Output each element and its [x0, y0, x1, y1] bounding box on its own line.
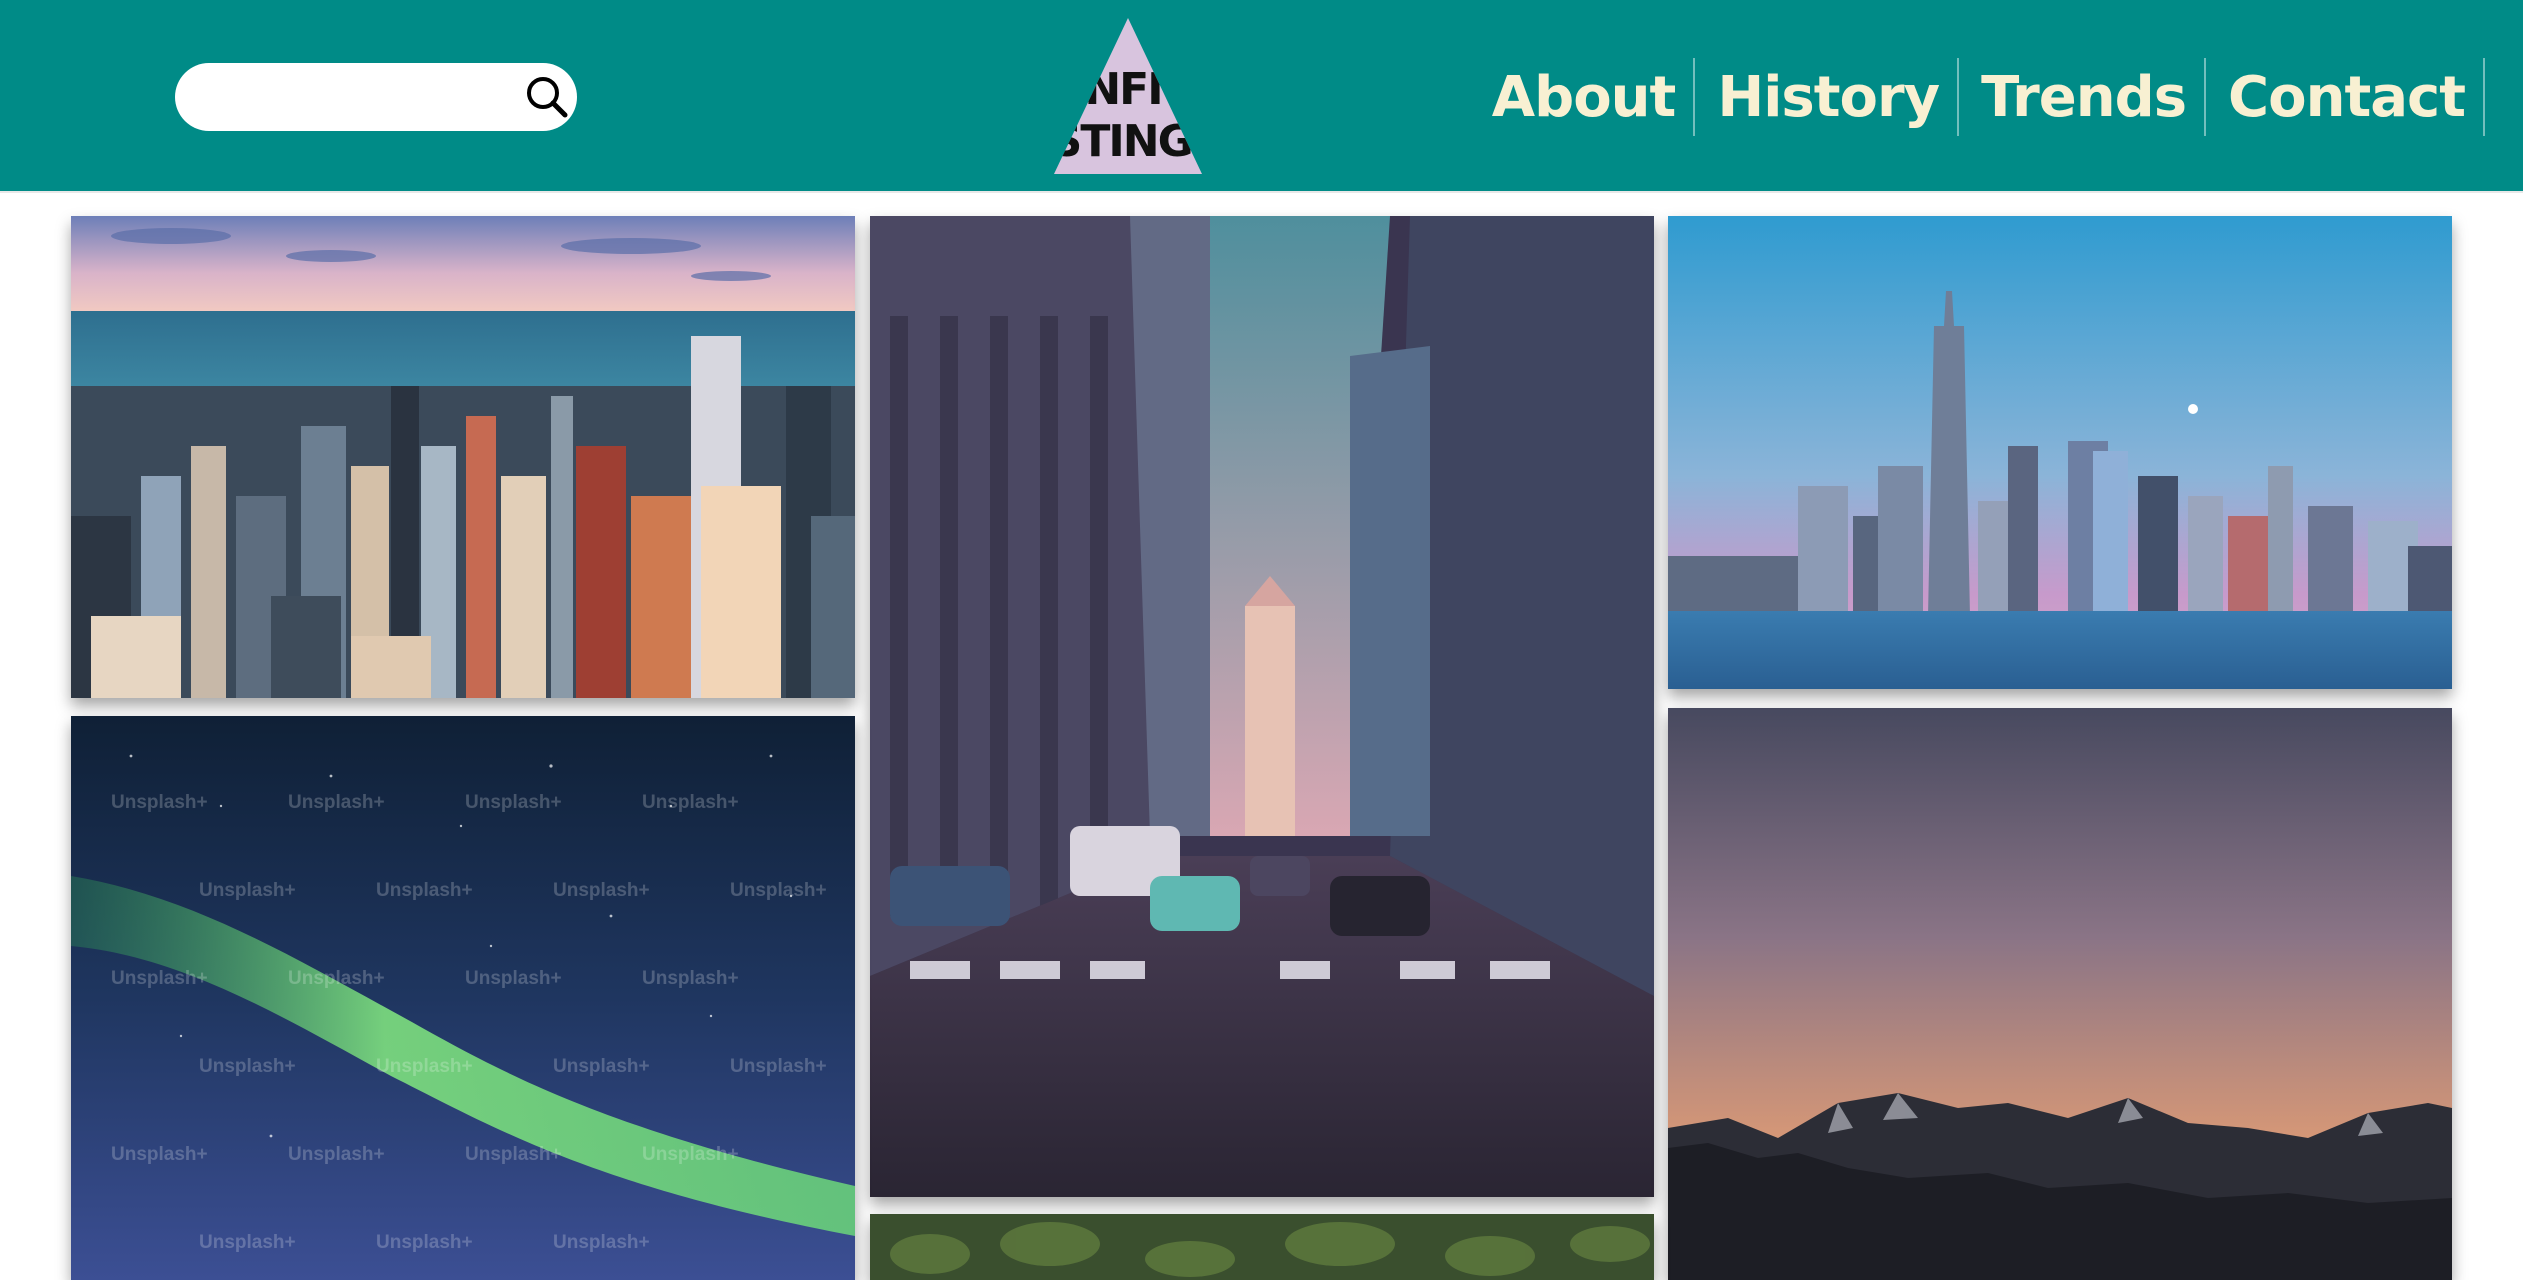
gallery-image-city-street[interactable] [870, 216, 1654, 1197]
watermark-text: Unsplash+ [288, 792, 385, 813]
watermark-text: Unsplash+ [111, 968, 208, 989]
gallery-image-manhattan-skyline[interactable] [1668, 216, 2452, 689]
watermark-text: Unsplash+ [553, 1056, 650, 1077]
gallery-image-aurora[interactable]: Unsplash+ Unsplash+ Unsplash+ Unsplash+ … [71, 716, 855, 1280]
watermark-text: Unsplash+ [553, 880, 650, 901]
site-header: NFI ISTING About History Trends Contact [0, 0, 2523, 193]
watermark-text: Unsplash+ [730, 880, 827, 901]
watermark-text: Unsplash+ [199, 880, 296, 901]
search-bar[interactable] [175, 63, 577, 131]
watermark-text: Unsplash+ [288, 968, 385, 989]
gallery-image-mountain-sunset[interactable] [1668, 708, 2452, 1280]
watermark-text: Unsplash+ [199, 1232, 296, 1253]
watermark-text: Unsplash+ [376, 1232, 473, 1253]
gallery-image-chicago-aerial[interactable] [71, 216, 855, 698]
site-logo[interactable]: NFI ISTING [1052, 16, 1204, 176]
main-nav: About History Trends Contact [1470, 58, 2523, 136]
nav-link-trends[interactable]: Trends [1959, 58, 2207, 136]
watermark-text: Unsplash+ [553, 1232, 650, 1253]
watermark-text: Unsplash+ [465, 968, 562, 989]
watermark-text: Unsplash+ [642, 792, 739, 813]
logo-text-line2: ISTING [1052, 116, 1192, 167]
watermark-text: Unsplash+ [111, 792, 208, 813]
watermark-text: Unsplash+ [199, 1056, 296, 1077]
watermark-text: Unsplash+ [642, 1144, 739, 1165]
nav-link-history[interactable]: History [1695, 58, 1960, 136]
watermark-text: Unsplash+ [376, 880, 473, 901]
nav-link-about[interactable]: About [1470, 58, 1696, 136]
nav-link-contact[interactable]: Contact [2206, 58, 2485, 136]
watermark-text: Unsplash+ [642, 968, 739, 989]
watermark-text: Unsplash+ [111, 1144, 208, 1165]
watermark-text: Unsplash+ [288, 1144, 385, 1165]
watermark-text: Unsplash+ [465, 792, 562, 813]
search-input[interactable] [199, 75, 499, 119]
watermark-text: Unsplash+ [376, 1056, 473, 1077]
watermark-text: Unsplash+ [730, 1056, 827, 1077]
gallery-image-forest[interactable] [870, 1214, 1654, 1280]
search-icon[interactable] [521, 71, 573, 123]
logo-text-line1: NFI [1084, 64, 1161, 115]
watermark-text: Unsplash+ [465, 1144, 562, 1165]
